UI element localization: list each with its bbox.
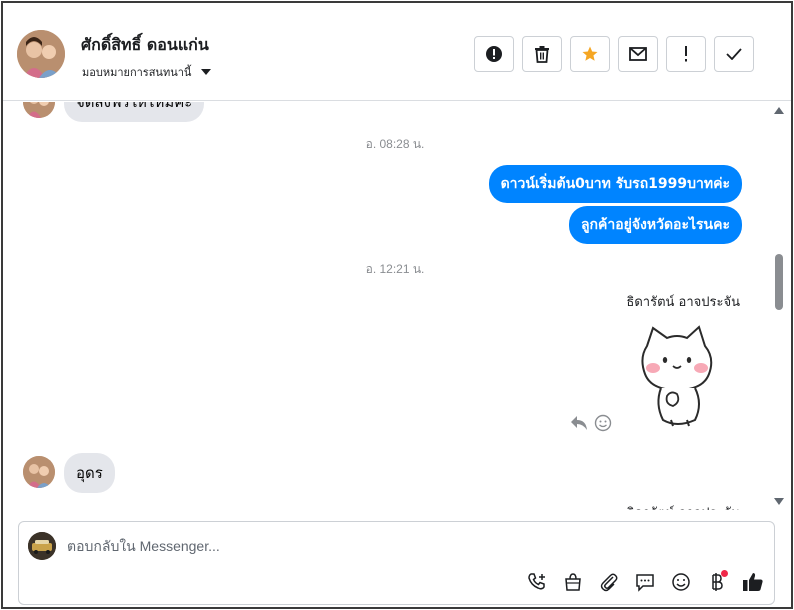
notification-dot	[721, 570, 728, 577]
star-icon	[582, 46, 598, 61]
envelope-icon	[629, 47, 647, 61]
outgoing-message[interactable]: ดาวน์เริ่มต้น0บาท รับรถ1999บาทค่ะ	[488, 165, 742, 203]
trash-icon	[535, 46, 549, 63]
message-text: อุดร	[76, 464, 103, 482]
contact-avatar-small	[23, 456, 55, 488]
mark-unread-button[interactable]	[618, 36, 658, 72]
contact-avatar[interactable]	[17, 30, 65, 78]
message-text: ดาวน์เริ่มต้น0บาท รับรถ1999บาทค่ะ	[500, 176, 730, 192]
cat-sticker[interactable]	[637, 324, 717, 430]
contact-avatar-small	[23, 102, 55, 118]
emoji-icon[interactable]	[669, 570, 693, 594]
reply-composer	[18, 521, 775, 605]
reply-input[interactable]	[67, 538, 667, 554]
message-thread[interactable]: จัดส่งฟรีให้ไหมคะ อ. 08:28 น. ดาวน์เริ่ม…	[3, 102, 791, 510]
spam-button[interactable]	[474, 36, 514, 72]
message-text: ลูกค้าอยู่จังหวัดอะไรนคะ	[580, 217, 730, 233]
done-button[interactable]	[714, 36, 754, 72]
sender-name: ธิดารัตน์ อาจประจัน	[626, 295, 740, 310]
alert-circle-icon	[486, 46, 502, 62]
page-avatar	[28, 532, 56, 560]
sender-name: ธิดารัตน์ อาจประจัน	[626, 502, 740, 510]
scroll-up-icon[interactable]	[774, 107, 784, 114]
timestamp: อ. 08:28 น.	[365, 137, 425, 151]
caret-down-icon	[201, 69, 212, 75]
contact-name[interactable]: ศักดิ์สิทธิ์ ดอนแก่น	[81, 33, 209, 58]
scroll-down-icon[interactable]	[774, 498, 784, 505]
outgoing-message[interactable]: ลูกค้าอยู่จังหวัดอะไรนคะ	[568, 206, 742, 244]
call-add-icon[interactable]	[525, 570, 549, 594]
star-button[interactable]	[570, 36, 610, 72]
scrollbar-thumb[interactable]	[775, 254, 783, 310]
messenger-inbox-panel: ศักดิ์สิทธิ์ ดอนแก่น มอบหมายการสนทนานี้	[1, 1, 793, 609]
saved-reply-icon[interactable]	[633, 570, 657, 594]
incoming-message[interactable]: จัดส่งฟรีให้ไหมคะ	[64, 102, 205, 122]
timestamp: อ. 12:21 น.	[365, 262, 425, 276]
like-icon[interactable]	[741, 570, 765, 594]
conversation-actions	[474, 36, 754, 72]
assign-label: มอบหมายการสนทนานี้	[82, 66, 192, 79]
composer-toolbar	[525, 570, 765, 594]
reply-icon[interactable]	[570, 415, 588, 431]
thread-scrollbar[interactable]	[773, 102, 787, 510]
check-icon	[726, 48, 742, 60]
baht-icon[interactable]	[705, 570, 729, 594]
shop-bag-icon[interactable]	[561, 570, 585, 594]
follow-up-button[interactable]	[666, 36, 706, 72]
conversation-header: ศักดิ์สิทธิ์ ดอนแก่น มอบหมายการสนทนานี้	[3, 3, 791, 101]
assign-conversation-dropdown[interactable]: มอบหมายการสนทนานี้	[82, 63, 212, 81]
message-text: จัดส่งฟรีให้ไหมคะ	[76, 102, 193, 111]
emoji-reaction-icon[interactable]	[594, 414, 612, 432]
paperclip-icon[interactable]	[597, 570, 621, 594]
delete-button[interactable]	[522, 36, 562, 72]
incoming-message[interactable]: อุดร	[64, 453, 115, 493]
exclamation-icon	[685, 46, 687, 62]
